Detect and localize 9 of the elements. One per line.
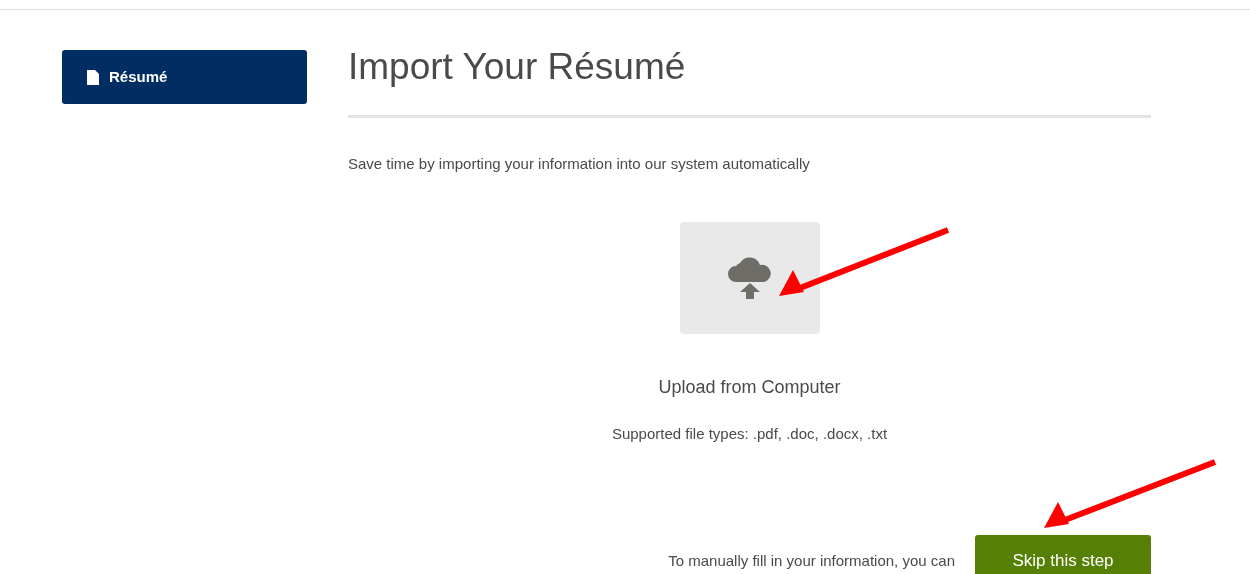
- intro-text: Save time by importing your information into our system automatically: [348, 154, 811, 174]
- page-title: Import Your Résumé: [348, 46, 687, 88]
- manual-fill-text: To manually fill in your information, you can: [668, 550, 955, 571]
- document-icon: [87, 69, 99, 85]
- upload-button[interactable]: [679, 221, 820, 334]
- upload-label: Upload from Computer: [658, 375, 841, 399]
- supported-file-types: Supported file types: .pdf, .doc, .docx, .txt: [611, 423, 888, 444]
- skip-step-button[interactable]: Skip this step: [975, 535, 1151, 574]
- sidebar-item[interactable]: Résumé: [62, 50, 307, 104]
